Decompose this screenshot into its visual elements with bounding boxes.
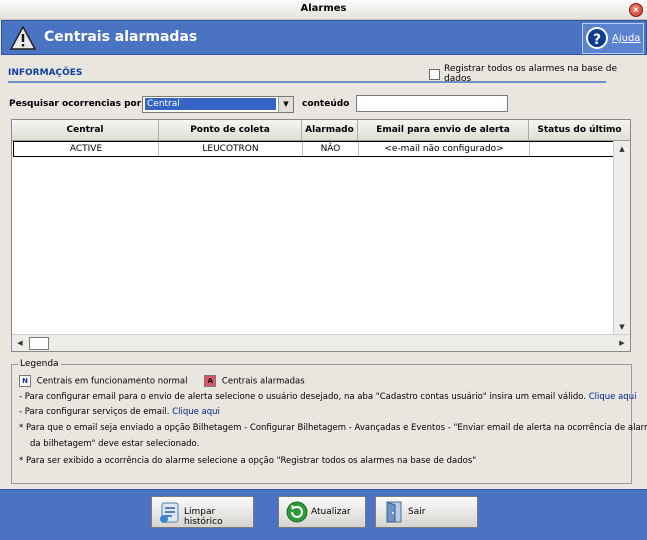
scroll-right-icon[interactable]: ▶ [615,336,629,350]
content-label: conteúdo [302,99,350,109]
content-input[interactable] [356,95,508,112]
alarm-label: Centrais alarmadas [221,376,305,387]
exit-button[interactable]: Sair [375,496,478,528]
register-all-label: Registrar todos os alarmes na base de da… [444,64,618,84]
legend-services-text: - Para configurar serviços de email. [19,407,170,417]
clear-history-icon [160,502,179,523]
help-button[interactable]: ? Ajuda [582,23,644,54]
exit-label: Sair [408,507,426,517]
legend-box: Legenda N Centrais em funcionamento norm… [11,359,647,484]
clear-history-label: Limpar histórico [184,507,223,527]
table-row[interactable]: ACTIVE LEUCOTRON NÃO <e-mail não configu… [13,141,630,157]
legend-line-billing: * Para que o email seja enviado a opção … [19,423,647,433]
column-header-last-status[interactable]: Status do último [529,120,630,140]
checkbox-box[interactable] [429,68,440,80]
chevron-down-icon[interactable]: ▼ [278,97,293,112]
alarms-table: Central Ponto de coleta Alarmado Email p… [11,119,631,352]
column-header-collection-point[interactable]: Ponto de coleta [159,120,302,140]
legend-line-billing-cont: da bilhetagem" deve estar selecionado. [30,439,200,449]
window-titlebar: Alarmes × [0,0,647,20]
register-all-checkbox[interactable]: Registrar todos os alarmes na base de da… [429,64,647,84]
scroll-down-icon[interactable]: ▼ [615,320,629,334]
horizontal-scrollbar[interactable]: ◀ ▶ [12,334,630,351]
refresh-button[interactable]: Atualizar [278,496,366,528]
email-config-link[interactable]: Clique aqui [589,392,637,402]
normal-label: Centrais em funcionamento normal [36,376,188,387]
table-header: Central Ponto de coleta Alarmado Email p… [12,120,630,141]
section-title: INFORMAÇÕES [8,68,83,78]
exit-door-icon [386,501,402,523]
alarm-badge: A [204,375,217,387]
column-header-alarmed[interactable]: Alarmado [302,120,358,140]
refresh-icon [286,501,308,523]
legend-key-row: N Centrais em funcionamento normal A Cen… [19,375,305,387]
scroll-left-icon[interactable]: ◀ [13,336,27,350]
question-icon: ? [586,27,608,49]
legend-line-register: * Para ser exibido a ocorrência do alarm… [19,456,477,466]
legend-line-services: - Para configurar serviços de email. Cli… [19,407,220,417]
warning-icon [10,26,36,50]
search-field-select[interactable]: Central ▼ [142,96,294,113]
cell-alert-email: <e-mail não configurado> [359,142,530,156]
header-banner: Centrais alarmadas ? Ajuda [1,20,647,55]
help-label: Ajuda [612,33,641,44]
normal-badge: N [19,375,31,387]
footer-bar: Limpar histórico Atualizar Sair [0,489,647,540]
cell-alarmed: NÃO [303,142,359,156]
legend-email-text: - Para configurar email para o envio de … [19,392,587,402]
search-by-label: Pesquisar ocorrencias por [9,99,142,109]
legend-line-email: - Para configurar email para o envio de … [19,392,636,402]
page-title: Centrais alarmadas [44,29,198,45]
column-header-central[interactable]: Central [12,120,159,140]
horizontal-scroll-thumb[interactable] [29,337,49,350]
window-title: Alarmes [300,3,347,14]
services-config-link[interactable]: Clique aqui [172,407,220,417]
close-button[interactable]: × [629,3,643,17]
cell-collection-point: LEUCOTRON [159,142,303,156]
cell-central: ACTIVE [14,142,159,156]
column-header-alert-email[interactable]: Email para envio de alerta [358,120,529,140]
clear-history-button[interactable]: Limpar histórico [151,496,254,528]
refresh-label: Atualizar [311,507,351,517]
scroll-up-icon[interactable]: ▲ [615,142,629,156]
legend-title: Legenda [18,359,61,369]
search-field-value: Central [145,98,276,110]
vertical-scrollbar[interactable]: ▲ ▼ [613,141,630,335]
